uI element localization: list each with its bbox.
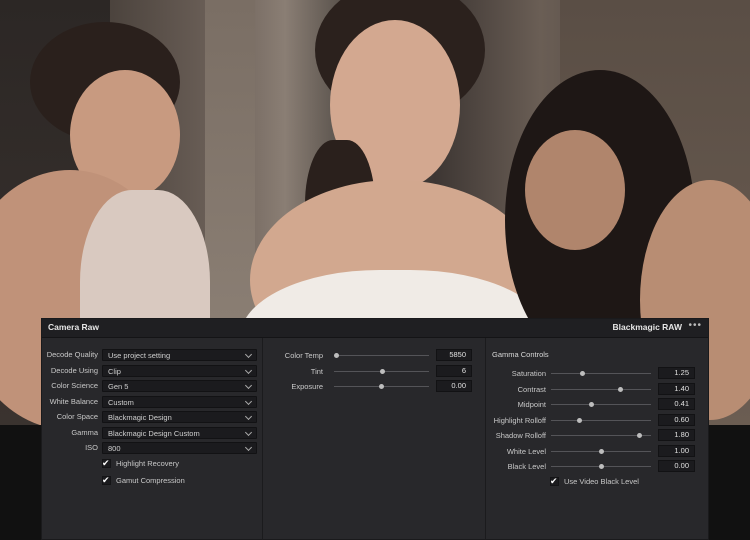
black-level-slider-handle[interactable]: [598, 464, 604, 469]
decode-quality-label: Decode Quality: [46, 350, 98, 359]
chevron-down-icon: [244, 366, 253, 374]
highlight-rolloff-value-field[interactable]: 0.60: [658, 413, 695, 426]
shadow-rolloff-label: Shadow Rolloff: [495, 431, 546, 440]
white-level-slider-handle[interactable]: [598, 448, 604, 454]
color-space-value: Blackmagic Design: [108, 413, 172, 422]
midpoint-value-field[interactable]: 0.41: [658, 398, 695, 410]
color-temp-slider[interactable]: [334, 353, 429, 358]
exposure-slider[interactable]: [334, 384, 429, 389]
checkbox-label: Gamut Compression: [116, 476, 185, 485]
white-balance-value: Custom: [108, 397, 134, 407]
saturation-label: Saturation: [511, 369, 546, 378]
white-level-slider[interactable]: [551, 448, 651, 454]
gamma-label: Gamma: [71, 427, 98, 437]
tint-slider-handle[interactable]: [379, 368, 385, 374]
black-level-value-field[interactable]: 0.00: [658, 460, 695, 472]
tint-slider[interactable]: [334, 368, 429, 374]
highlight-rolloff-slider-handle[interactable]: [576, 417, 582, 423]
contrast-value-field[interactable]: 1.40: [658, 382, 695, 395]
color-temp-label: Color Temp: [284, 351, 323, 360]
exposure-slider-handle[interactable]: [379, 384, 384, 389]
color-temp-slider-handle[interactable]: [334, 353, 340, 358]
midpoint-slider-handle[interactable]: [588, 402, 594, 407]
iso-dropdown[interactable]: 800: [102, 442, 257, 454]
white-balance-label: White Balance: [49, 396, 98, 406]
iso-value: 800: [108, 444, 121, 453]
white-balance-dropdown[interactable]: Custom: [102, 395, 257, 408]
check-icon: ✔: [102, 458, 110, 468]
raw-format-label: Blackmagic RAW: [612, 322, 682, 332]
decode-using-dropdown[interactable]: Clip: [102, 364, 257, 377]
color-science-dropdown[interactable]: Gen 5: [102, 380, 257, 392]
white-level-label: White Level: [506, 446, 546, 456]
highlight-rolloff-label: Highlight Rolloff: [493, 415, 546, 425]
checkbox-box[interactable]: ✔: [102, 475, 111, 485]
decode-using-value: Clip: [108, 366, 121, 376]
color-space-label: Color Space: [56, 412, 98, 421]
contrast-slider[interactable]: [551, 386, 651, 392]
chevron-down-icon: [244, 428, 253, 436]
color-temp-value-field[interactable]: 5850: [436, 349, 472, 361]
gamma-value: Blackmagic Design Custom: [108, 428, 200, 438]
tint-value-field[interactable]: 6: [436, 364, 472, 377]
exposure-value-field[interactable]: 0.00: [436, 380, 472, 392]
decode-settings-section: Decode Quality Use project setting Decode …: [42, 338, 263, 540]
color-science-value: Gen 5: [108, 382, 129, 391]
decode-quality-value: Use project setting: [108, 351, 171, 360]
black-level-label: Black Level: [507, 462, 546, 471]
decode-quality-dropdown[interactable]: Use project setting: [102, 349, 257, 361]
checkbox-label: Use Video Black Level: [564, 477, 639, 486]
gamma-controls-title: Gamma Controls: [492, 350, 549, 359]
gamma-dropdown[interactable]: Blackmagic Design Custom: [102, 426, 257, 439]
checkbox-box[interactable]: ✔: [102, 458, 111, 468]
midpoint-label: Midpoint: [517, 400, 546, 409]
white-level-value-field[interactable]: 1.00: [658, 444, 695, 457]
chevron-down-icon: [244, 443, 253, 452]
saturation-slider-handle[interactable]: [579, 371, 585, 376]
color-space-dropdown[interactable]: Blackmagic Design: [102, 411, 257, 423]
black-level-slider[interactable]: [551, 464, 651, 469]
chevron-down-icon: [244, 412, 253, 421]
chevron-down-icon: [244, 397, 253, 405]
check-icon: ✔: [102, 475, 110, 485]
shadow-rolloff-value-field[interactable]: 1.80: [658, 429, 695, 441]
gamma-controls-section: Gamma Controls Saturation 1.25 Contrast 1.4…: [486, 338, 708, 540]
iso-label: ISO: [85, 443, 98, 452]
panel-title: Camera Raw: [48, 322, 100, 332]
highlight-rolloff-slider[interactable]: [551, 417, 651, 423]
checkbox-label: Highlight Recovery: [116, 459, 179, 468]
checkbox-box[interactable]: ✔: [550, 476, 559, 486]
saturation-slider[interactable]: [551, 371, 651, 376]
panel-header: Camera Raw Blackmagic RAW •••: [42, 319, 708, 338]
contrast-label: Contrast: [517, 384, 546, 394]
shadow-rolloff-slider-handle[interactable]: [636, 433, 642, 438]
more-options-icon[interactable]: •••: [688, 320, 702, 331]
color-settings-section: Color Temp 5850 Tint 6 Exposure 0.00: [263, 338, 486, 540]
color-science-label: Color Science: [51, 381, 98, 390]
camera-raw-panel: Camera Raw Blackmagic RAW ••• Decode Qua…: [41, 318, 709, 540]
shadow-rolloff-slider[interactable]: [551, 433, 651, 438]
check-icon: ✔: [550, 476, 558, 486]
chevron-down-icon: [244, 350, 253, 359]
chevron-down-icon: [244, 381, 253, 390]
decode-using-label: Decode Using: [50, 365, 98, 375]
contrast-slider-handle[interactable]: [617, 386, 623, 392]
saturation-value-field[interactable]: 1.25: [658, 367, 695, 379]
tint-label: Tint: [310, 366, 323, 376]
midpoint-slider[interactable]: [551, 402, 651, 407]
exposure-label: Exposure: [291, 382, 323, 391]
